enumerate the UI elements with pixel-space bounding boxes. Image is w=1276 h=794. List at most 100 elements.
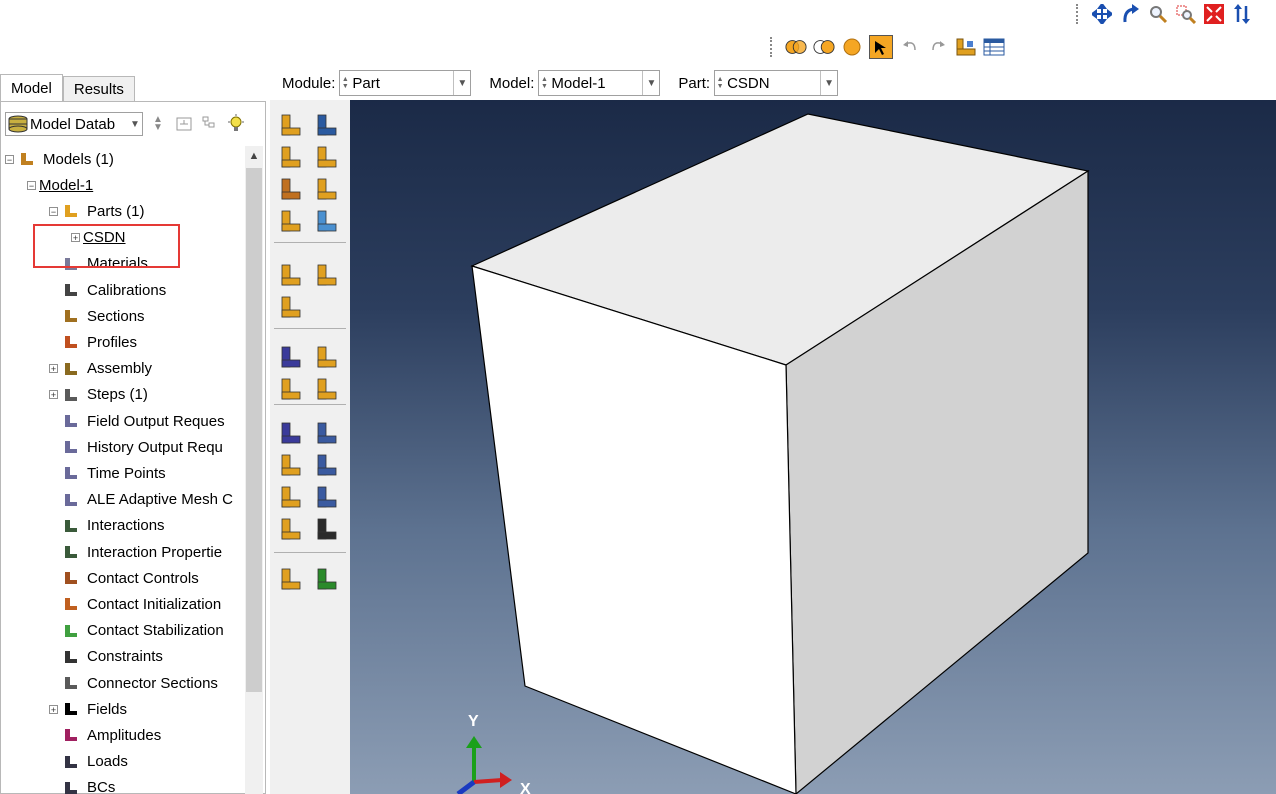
datum-point-icon[interactable] — [276, 374, 306, 404]
lightbulb-icon[interactable] — [225, 113, 247, 135]
render-sphere-icon[interactable] — [841, 36, 863, 58]
partition-cell-icon[interactable] — [276, 260, 306, 290]
model-database-select[interactable]: Model Datab ▼ — [5, 112, 143, 136]
expand-icon[interactable]: + — [49, 364, 58, 374]
chevron-down-icon[interactable]: ▼ — [453, 71, 470, 95]
undo-icon[interactable] — [899, 36, 921, 58]
model-label: Model: — [489, 74, 535, 92]
tree-item[interactable]: Field Output Reques — [49, 409, 225, 433]
tree-item[interactable]: Connector Sections — [49, 671, 218, 695]
solid-icon[interactable] — [276, 206, 306, 236]
tree-item[interactable]: Contact Controls — [49, 566, 199, 590]
tree-item[interactable]: BCs — [49, 776, 115, 794]
create-datum-icon[interactable] — [312, 342, 342, 372]
partition-icon[interactable] — [276, 564, 306, 594]
time-points-icon — [61, 463, 81, 483]
module-label: Module: — [282, 74, 336, 92]
tree-item[interactable]: Amplitudes — [49, 723, 161, 747]
collapse-tree-icon[interactable] — [173, 113, 195, 135]
tree-item[interactable]: Profiles — [49, 330, 137, 354]
expand-icon[interactable]: + — [49, 704, 58, 714]
tree-item[interactable]: History Output Requ — [49, 435, 223, 459]
part-manager-icon[interactable] — [955, 36, 977, 58]
xyz-datum-icon[interactable] — [276, 418, 306, 448]
magnify-icon[interactable] — [1147, 3, 1169, 25]
tab-results[interactable]: Results — [62, 76, 135, 102]
tree-item[interactable]: Contact Stabilization — [49, 619, 224, 643]
extrude-solid-icon[interactable] — [276, 142, 306, 172]
csys-icon[interactable] — [312, 450, 342, 480]
auto-fit-icon[interactable] — [1203, 3, 1225, 25]
wire-icon[interactable] — [312, 482, 342, 512]
tree-item[interactable]: + Fields — [49, 697, 127, 721]
repair-icon[interactable] — [276, 482, 306, 512]
collapse-icon[interactable]: − — [27, 180, 36, 190]
tree-item-label: Sections — [87, 307, 145, 325]
tree-item[interactable]: Constraints — [49, 645, 163, 669]
chevron-down-icon[interactable]: ▼ — [820, 71, 837, 95]
table-icon[interactable] — [983, 36, 1005, 58]
datum-axis-icon[interactable] — [312, 374, 342, 404]
calibrations-icon — [61, 280, 81, 300]
tree-item[interactable]: Contact Initialization — [49, 592, 221, 616]
tree-item-label: Amplitudes — [87, 726, 162, 744]
tree-item-label: Assembly — [87, 360, 153, 378]
tree-item[interactable]: Loads — [49, 750, 128, 774]
model-database-label: Model Datab — [30, 115, 116, 133]
tree-item[interactable]: + Assembly — [49, 357, 152, 381]
tree-item[interactable]: − Parts (1) — [49, 199, 145, 223]
tree-item[interactable]: ALE Adaptive Mesh C — [49, 488, 233, 512]
assembly-display-icon[interactable] — [785, 36, 807, 58]
sketch-icon[interactable] — [276, 514, 306, 544]
tree-item[interactable]: Sections — [49, 304, 145, 328]
toolbox-separator — [274, 242, 346, 243]
part-display-icon[interactable] — [813, 36, 835, 58]
scroll-thumb[interactable] — [246, 168, 262, 692]
collapse-icon[interactable]: − — [5, 154, 14, 164]
query-icon[interactable] — [276, 342, 306, 372]
tree-item[interactable]: + Steps (1) — [49, 383, 148, 407]
chevron-down-icon[interactable]: ▼ — [128, 119, 142, 130]
mirror-icon[interactable] — [312, 564, 342, 594]
virtual-topology-icon[interactable] — [276, 292, 306, 322]
redo-icon[interactable] — [927, 36, 949, 58]
toolbar-grip[interactable] — [770, 37, 775, 57]
collapse-icon[interactable]: − — [49, 206, 58, 216]
tab-model[interactable]: Model — [0, 74, 63, 102]
tree-item[interactable]: Calibrations — [49, 278, 166, 302]
tree-scrollbar[interactable]: ▲ — [245, 146, 263, 794]
part-manager-icon[interactable] — [312, 110, 342, 140]
revolve-solid-icon[interactable] — [312, 142, 342, 172]
datum-plane-icon[interactable] — [276, 450, 306, 480]
cut-extrude-icon[interactable] — [276, 174, 306, 204]
datum-csys-icon[interactable] — [312, 418, 342, 448]
scroll-up-icon[interactable]: ▲ — [245, 146, 263, 166]
sort-icon[interactable]: ▲ ▼ — [147, 113, 169, 135]
zoom-box-icon[interactable] — [1175, 3, 1197, 25]
select-icon[interactable] — [869, 35, 893, 59]
tools-icon[interactable] — [312, 514, 342, 544]
viewport-canvas: Y X — [456, 113, 1090, 794]
tree-item[interactable]: Interactions — [49, 514, 165, 538]
tree-item[interactable]: Time Points — [49, 461, 166, 485]
cycle-views-icon[interactable] — [1231, 3, 1253, 25]
partition-face-icon[interactable] — [312, 260, 342, 290]
chevron-down-icon[interactable]: ▼ — [642, 71, 659, 95]
blend-icon[interactable] — [312, 206, 342, 236]
shell-icon[interactable] — [312, 174, 342, 204]
tree-item[interactable]: Interaction Propertie — [49, 540, 222, 564]
toolbar-grip[interactable] — [1076, 4, 1081, 24]
tree-item[interactable]: − Models (1) — [5, 147, 114, 171]
create-part-icon[interactable] — [276, 110, 306, 140]
expand-icon[interactable]: + — [49, 390, 58, 400]
module-select[interactable]: ▲ ▼ Part ▼ — [339, 70, 472, 96]
pan-icon[interactable] — [1091, 3, 1113, 25]
filter-tree-icon[interactable] — [199, 113, 221, 135]
part-select[interactable]: ▲ ▼ CSDN ▼ — [714, 70, 839, 96]
viewport[interactable]: Y X — [350, 100, 1276, 794]
model-select[interactable]: ▲ ▼ Model-1 ▼ — [538, 70, 661, 96]
tree-item-label: Connector Sections — [87, 674, 218, 692]
rotate-icon[interactable] — [1119, 3, 1141, 25]
module-toolbox — [270, 100, 350, 794]
tree-item[interactable]: − Model-1 — [27, 173, 93, 197]
